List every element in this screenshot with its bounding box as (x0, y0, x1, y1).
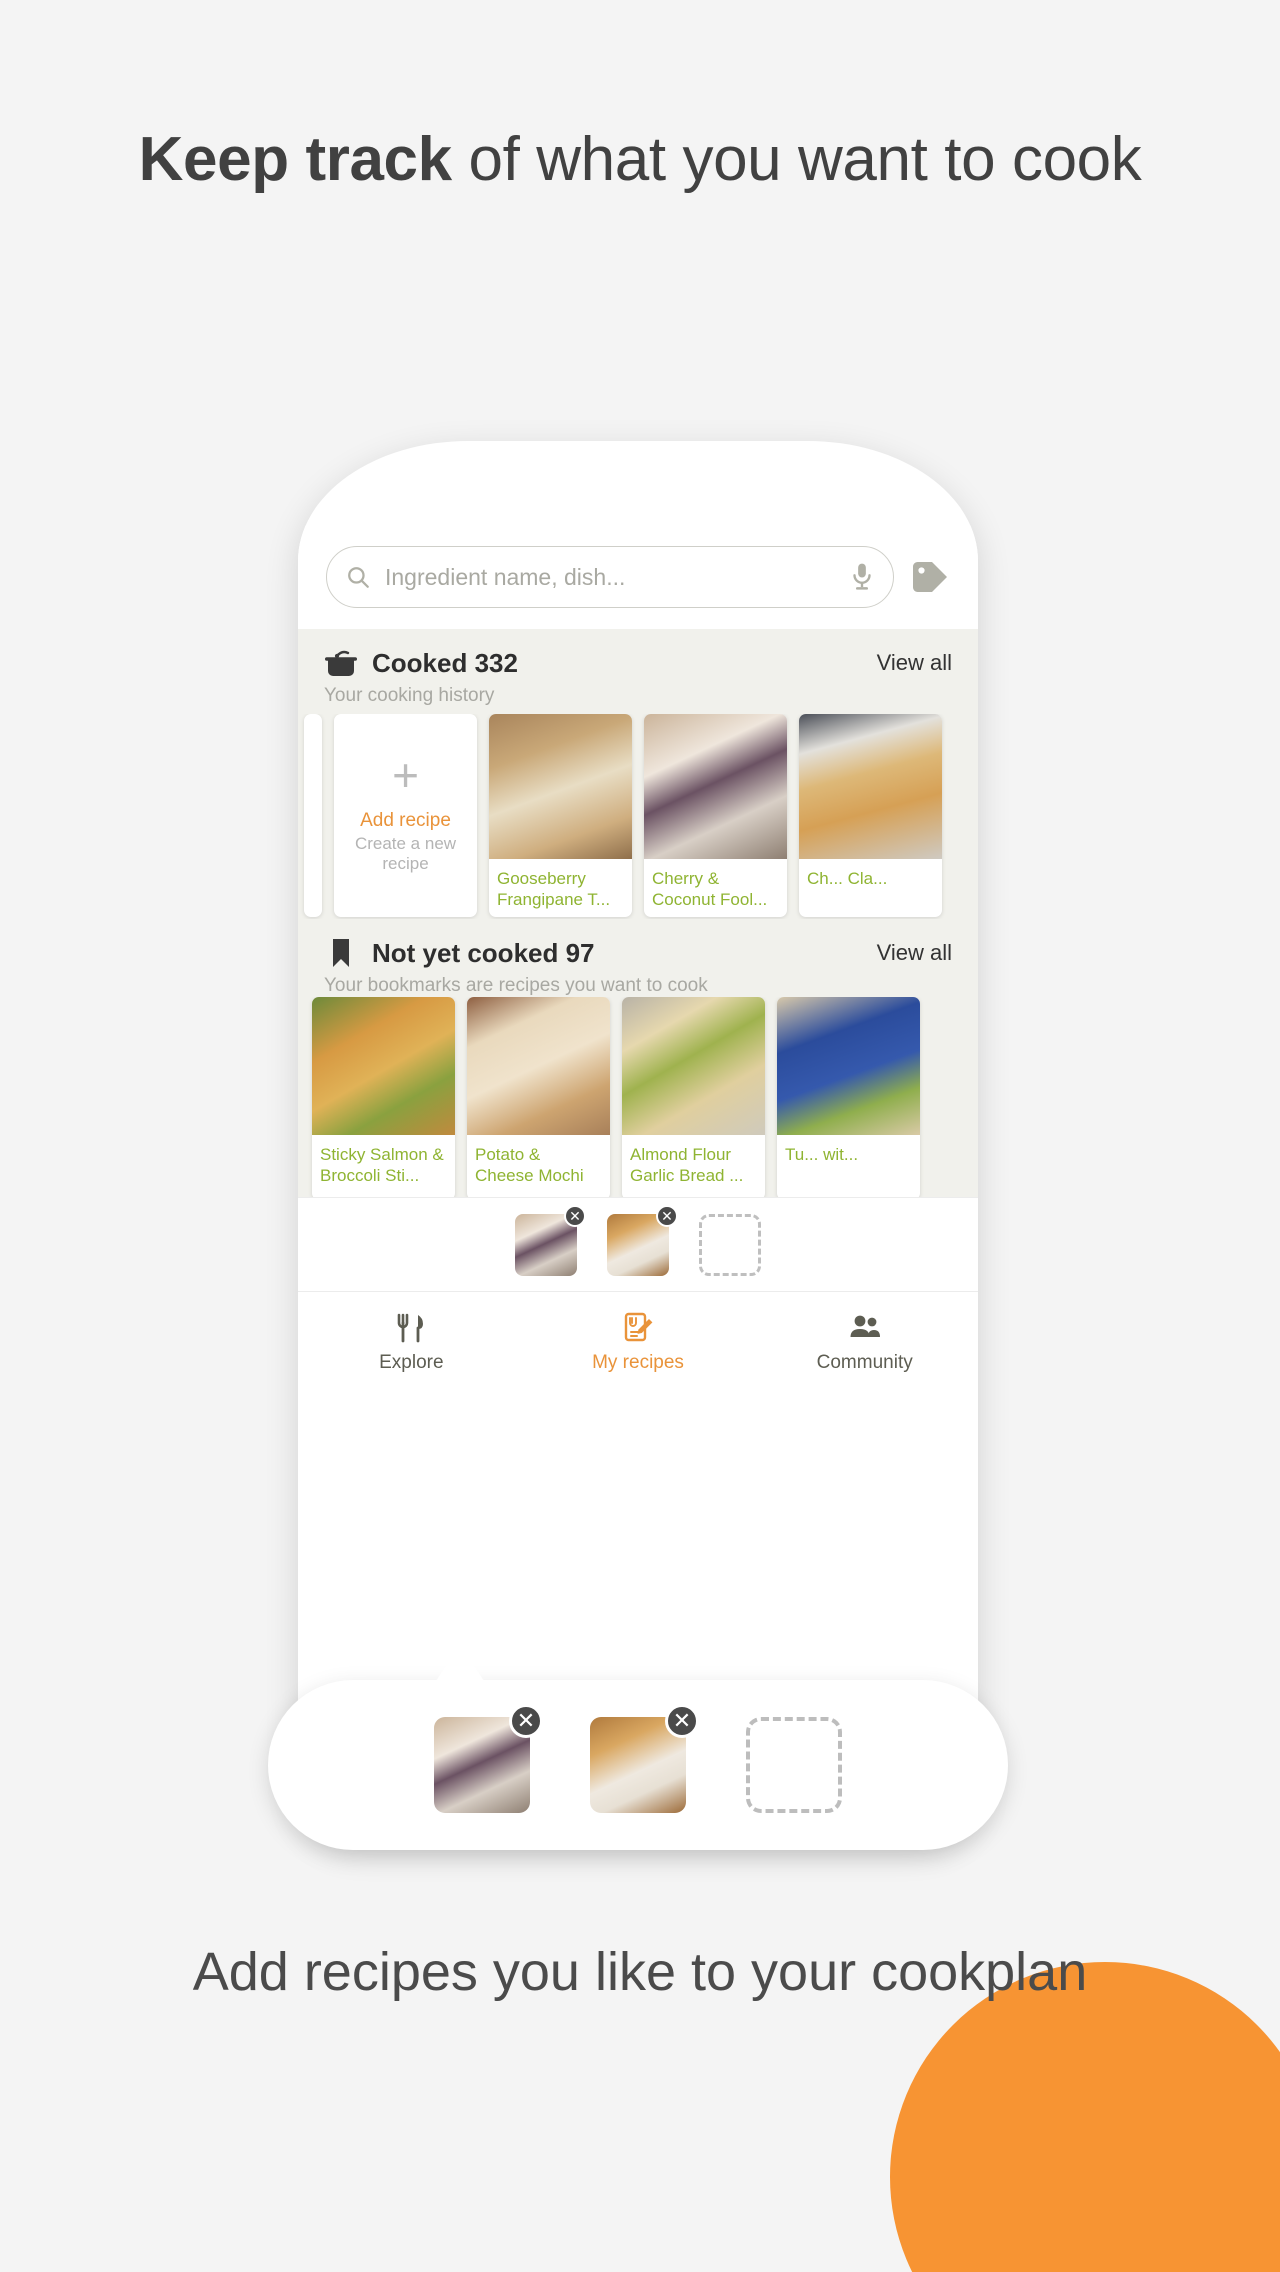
search-input[interactable]: Ingredient name, dish... (326, 546, 894, 608)
cookplan-item-large[interactable]: ✕ (434, 1704, 543, 1813)
section-subtitle: Your cooking history (324, 685, 495, 706)
search-icon (348, 567, 369, 588)
nav-label: Community (816, 1351, 913, 1373)
view-all-button-cooked[interactable]: View all (877, 650, 952, 676)
card-peek-left[interactable] (304, 714, 322, 917)
bookmark-recipe-rail[interactable]: Sticky Salmon & Broccoli Sti... Potato &… (298, 997, 978, 1202)
recipe-photo (312, 997, 455, 1135)
cooking-pot-icon (325, 650, 357, 676)
headline-bold: Keep track (138, 125, 452, 194)
bottom-navigation: Explore My recipes Community (298, 1292, 978, 1392)
nav-label: My recipes (592, 1351, 684, 1373)
bookmark-icon (333, 939, 349, 967)
recipe-title: Almond Flour Garlic Bread ... (630, 1145, 744, 1186)
nav-item-my-recipes[interactable]: My recipes (525, 1311, 752, 1374)
recipe-title: Tu... wit... (785, 1145, 859, 1164)
cooked-recipe-rail[interactable]: + Add recipe Create a new recipe Goosebe… (298, 714, 978, 919)
nav-label: Explore (379, 1351, 444, 1373)
add-recipe-label: Add recipe (360, 809, 451, 831)
add-recipe-card[interactable]: + Add recipe Create a new recipe (334, 714, 477, 917)
fork-knife-icon (398, 1313, 424, 1342)
cookplan-tray: ✕ ✕ (298, 1197, 978, 1292)
cookplan-item-large[interactable]: ✕ (590, 1704, 699, 1813)
section-cooked: Cooked 332 View all Your cooking history… (298, 629, 978, 919)
section-header-cooked: Cooked 332 View all (298, 629, 978, 679)
section-header-bookmarks: Not yet cooked 97 View all (298, 919, 978, 969)
tag-icon[interactable] (910, 559, 950, 595)
cookplan-item[interactable]: ✕ (607, 1204, 678, 1276)
people-icon (850, 1315, 880, 1337)
section-title: Cooked 332 (372, 647, 518, 678)
recipe-note-icon (624, 1312, 653, 1341)
cookplan-empty-slot[interactable] (699, 1213, 761, 1276)
recipe-photo (467, 997, 610, 1135)
recipe-card[interactable]: Tu... wit... (777, 997, 920, 1200)
section-title: Not yet cooked 97 (372, 937, 595, 968)
remove-icon[interactable]: ✕ (509, 1704, 543, 1738)
recipe-card[interactable]: Sticky Salmon & Broccoli Sti... (312, 997, 455, 1200)
plus-icon: + (392, 748, 419, 801)
phone-mockup: Ingredient name, dish... Cooked 332 View… (298, 441, 978, 1841)
orange-decoration (890, 1962, 1280, 2272)
recipe-card[interactable]: Gooseberry Frangipane T... (489, 714, 632, 917)
recipe-title: Ch... Cla... (807, 869, 888, 888)
headline-rest: of what you want to cook (451, 125, 1142, 194)
search-bar-row: Ingredient name, dish... (298, 525, 978, 629)
search-placeholder: Ingredient name, dish... (385, 563, 626, 590)
recipe-card[interactable]: Almond Flour Garlic Bread ... (622, 997, 765, 1200)
section-subtitle: Your bookmarks are recipes you want to c… (324, 975, 708, 996)
recipe-title: Sticky Salmon & Broccoli Sti... (320, 1145, 444, 1186)
microphone-icon[interactable] (849, 562, 875, 592)
nav-item-explore[interactable]: Explore (298, 1311, 525, 1374)
remove-icon[interactable]: ✕ (665, 1704, 699, 1738)
add-recipe-sublabel: Create a new recipe (354, 833, 457, 873)
recipe-photo (799, 714, 942, 859)
section-not-yet-cooked: Not yet cooked 97 View all Your bookmark… (298, 919, 978, 1200)
cookplan-callout-bubble: ✕ ✕ (268, 1644, 1008, 1850)
cookplan-empty-slot-large[interactable] (746, 1717, 842, 1813)
recipe-photo (622, 997, 765, 1135)
recipe-title: Cherry & Coconut Fool... (652, 869, 768, 910)
remove-icon[interactable]: ✕ (656, 1204, 678, 1227)
view-all-button-bookmarks[interactable]: View all (877, 940, 952, 966)
phone-screen: Ingredient name, dish... Cooked 332 View… (298, 441, 978, 1746)
recipe-card[interactable]: Potato & Cheese Mochi (467, 997, 610, 1200)
recipe-title: Potato & Cheese Mochi (475, 1145, 584, 1186)
nav-item-community[interactable]: Community (751, 1311, 978, 1374)
page-caption: Add recipes you like to your cookplan (192, 1942, 1088, 2002)
promo-screenshot: Keep track of what you want to cook Ingr… (0, 0, 1280, 2272)
recipe-title: Gooseberry Frangipane T... (497, 869, 611, 910)
page-title: Keep track of what you want to cook (0, 118, 1280, 201)
recipe-card[interactable]: Ch... Cla... (799, 714, 942, 917)
recipe-photo (777, 997, 920, 1135)
recipe-photo (489, 714, 632, 859)
recipe-photo (644, 714, 787, 859)
cookplan-item[interactable]: ✕ (515, 1204, 586, 1276)
recipe-card[interactable]: Cherry & Coconut Fool... (644, 714, 787, 917)
remove-icon[interactable]: ✕ (564, 1204, 586, 1227)
